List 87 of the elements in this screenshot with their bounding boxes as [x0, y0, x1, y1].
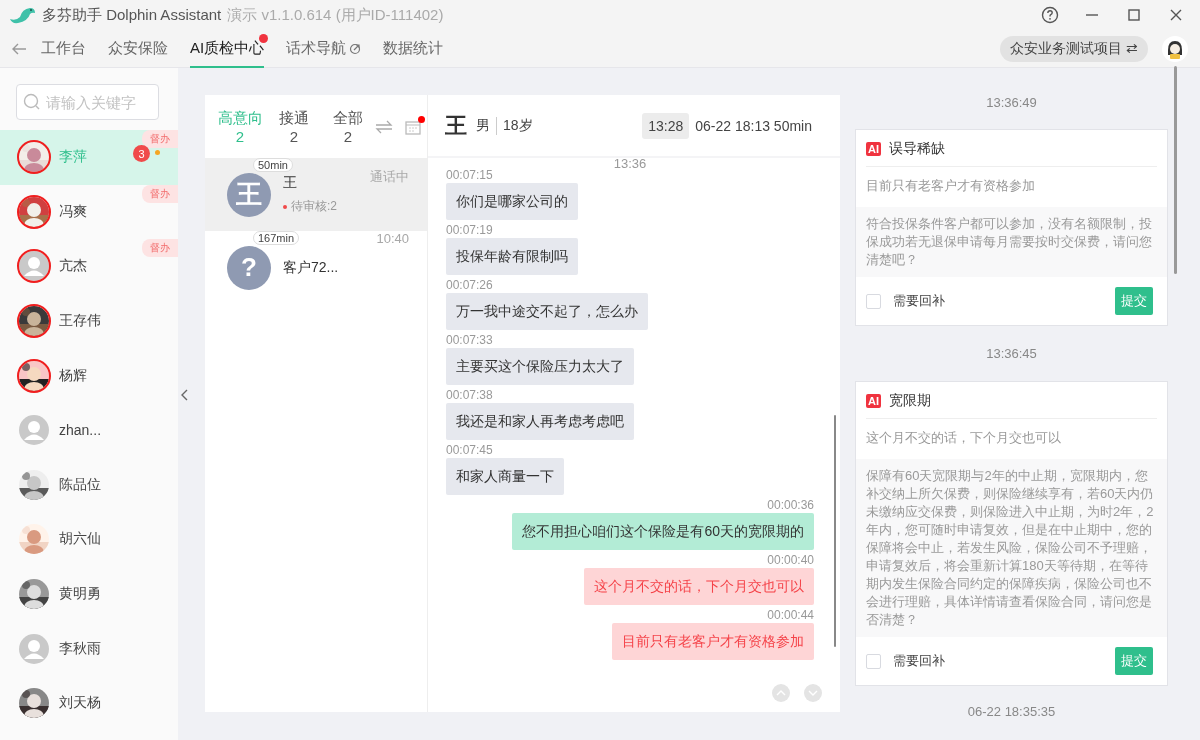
- caller-name: 客户72...: [283, 258, 340, 277]
- close-icon: [1169, 8, 1183, 22]
- flagged-quote: 这个月不交的话，下个月交也可以: [865, 429, 1062, 447]
- ai-tag: AI: [866, 394, 881, 408]
- maximize-icon: [1127, 8, 1141, 22]
- callback-checkbox[interactable]: [866, 293, 881, 309]
- duration-tag: 167min: [253, 231, 300, 245]
- search-icon: [23, 93, 41, 111]
- contact-item[interactable]: 李萍 督办 3: [0, 130, 178, 185]
- message-bubble: 投保年龄有限制吗: [446, 238, 578, 275]
- help-icon: [1041, 6, 1059, 24]
- app-version: 演示 v1.1.0.614 (用户ID-111402): [227, 5, 444, 25]
- call-item[interactable]: 50min 王 王 待审核:2 通话中: [205, 158, 427, 231]
- nav-tab[interactable]: 工作台: [41, 29, 86, 68]
- project-switch-button[interactable]: 众安业务测试项目 ⇄: [1000, 35, 1148, 62]
- message-bubble: 我还是和家人再考虑考虑吧: [446, 403, 634, 440]
- message-time: 00:07:15: [446, 168, 493, 183]
- unread-count: 3: [133, 145, 150, 162]
- contact-item[interactable]: 王存伟: [0, 293, 178, 349]
- contact-item[interactable]: 亢杰 督办: [0, 239, 178, 294]
- app-title: 多芬助手 Dolphin Assistant: [42, 5, 222, 25]
- contact-item[interactable]: 刘天杨: [0, 675, 178, 731]
- message-bubble: 主要买这个保险压力太大了: [446, 348, 634, 385]
- caller-avatar: ?: [227, 245, 271, 290]
- customer-initial: 王: [445, 111, 467, 140]
- chevron-up-icon: [776, 690, 786, 696]
- nav-tab[interactable]: 众安保险: [108, 29, 168, 68]
- contact-item[interactable]: 冯爽 督办: [0, 184, 178, 240]
- back-arrow-icon: [11, 41, 27, 56]
- customer-gender: 男: [476, 116, 490, 135]
- callback-checkbox[interactable]: [866, 653, 881, 669]
- callback-label: 需要回补: [893, 652, 946, 670]
- swap-icon[interactable]: [375, 119, 393, 134]
- calendar-icon[interactable]: [405, 118, 421, 135]
- message-time: 00:07:26: [446, 278, 493, 293]
- time-badge: 13:28: [642, 112, 690, 139]
- message-bubble: 目前只有老客户才有资格参加: [612, 623, 814, 660]
- call-status: 10:40: [376, 231, 409, 246]
- message-time: 00:07:45: [446, 443, 493, 458]
- message-time: 00:00:44: [767, 608, 814, 623]
- contact-item[interactable]: zhan...: [0, 402, 178, 458]
- call-info: 06-22 18:13 50min: [695, 117, 812, 134]
- message-bubble: 你们是哪家公司的: [446, 183, 578, 220]
- supervise-tag: 督办: [142, 239, 178, 258]
- supervise-tag: 督办: [142, 130, 178, 148]
- message-time: 00:07:19: [446, 223, 493, 238]
- message-bubble: 万一我中途交不起了，怎么办: [446, 293, 648, 330]
- call-status: 通话中: [370, 168, 409, 186]
- pending-review-count: 待审核:2: [283, 198, 358, 215]
- filter-tab[interactable]: 接通 2: [269, 107, 319, 146]
- duration-tag: 50min: [253, 158, 293, 172]
- flagged-quote: 目前只有老客户才有资格参加: [865, 177, 1036, 195]
- contact-item[interactable]: 胡六仙: [0, 512, 178, 567]
- filter-tab[interactable]: 全部 2: [323, 107, 373, 146]
- caller-name: 王: [283, 174, 298, 192]
- ai-tag: AI: [866, 142, 881, 156]
- review-time: 13:36:45: [986, 346, 1037, 361]
- customer-age: 18岁: [496, 116, 533, 135]
- message-time: 00:00:40: [767, 553, 814, 568]
- message-time: 00:07:38: [446, 388, 493, 403]
- message-bubble: 您不用担心咱们这个保险是有60天的宽限期的: [512, 513, 814, 550]
- caller-avatar: 王: [227, 172, 271, 217]
- contact-item[interactable]: 陈品位: [0, 457, 178, 513]
- search-field[interactable]: 请输入关键字: [16, 84, 159, 120]
- user-avatar-icon[interactable]: [1162, 35, 1188, 62]
- review-time: 13:36:49: [986, 95, 1037, 110]
- status-dot: [283, 204, 287, 209]
- nav-tab[interactable]: 数据统计: [383, 29, 444, 68]
- nav-tab[interactable]: 话术导航: [286, 29, 362, 68]
- contact-item[interactable]: 李秋雨: [0, 621, 178, 676]
- message-time: 00:00:36: [767, 498, 814, 513]
- contact-item[interactable]: 杨辉: [0, 348, 178, 403]
- issue-title: 误导稀缺: [889, 140, 945, 158]
- contact-item[interactable]: 黄明勇: [0, 566, 178, 622]
- issue-title: 宽限期: [889, 392, 931, 410]
- suggested-answer: 保障有60天宽限期与2年的中止期，宽限期内，您补交纳上所欠保费，则保险继续享有，若60天内仍未缴纳应交保费，则保险进入中止期，为时2年，2年内，您可随时申请复效，但是在中止期中，您的保障将会中止，若发生风险，保险公司不予理赔，申请复效后，将会重新计算180天等待期，在等待期内发生保险合同约定的保障疾病，保险公司也不会进行理赔，具体详情请查看保险合同，请问您是否清楚？: [856, 459, 1167, 637]
- external-link-icon: [349, 42, 362, 55]
- suggested-answer: 符合投保条件客户都可以参加，没有名额限制，投保成功若无退保申请每月需要按时交保费，请问您清楚吧？: [856, 207, 1167, 277]
- review-time: 06-22 18:35:35: [967, 704, 1056, 719]
- message-time: 00:07:33: [446, 333, 493, 348]
- time-divider: 13:36: [613, 158, 647, 168]
- callback-label: 需要回补: [893, 292, 946, 310]
- chevron-down-icon: [808, 690, 818, 696]
- dolphin-logo-icon: [8, 5, 36, 25]
- chevron-left-icon: [180, 389, 189, 401]
- message-bubble: 这个月不交的话，下个月交也可以: [584, 568, 814, 605]
- message-bubble: 和家人商量一下: [446, 458, 564, 495]
